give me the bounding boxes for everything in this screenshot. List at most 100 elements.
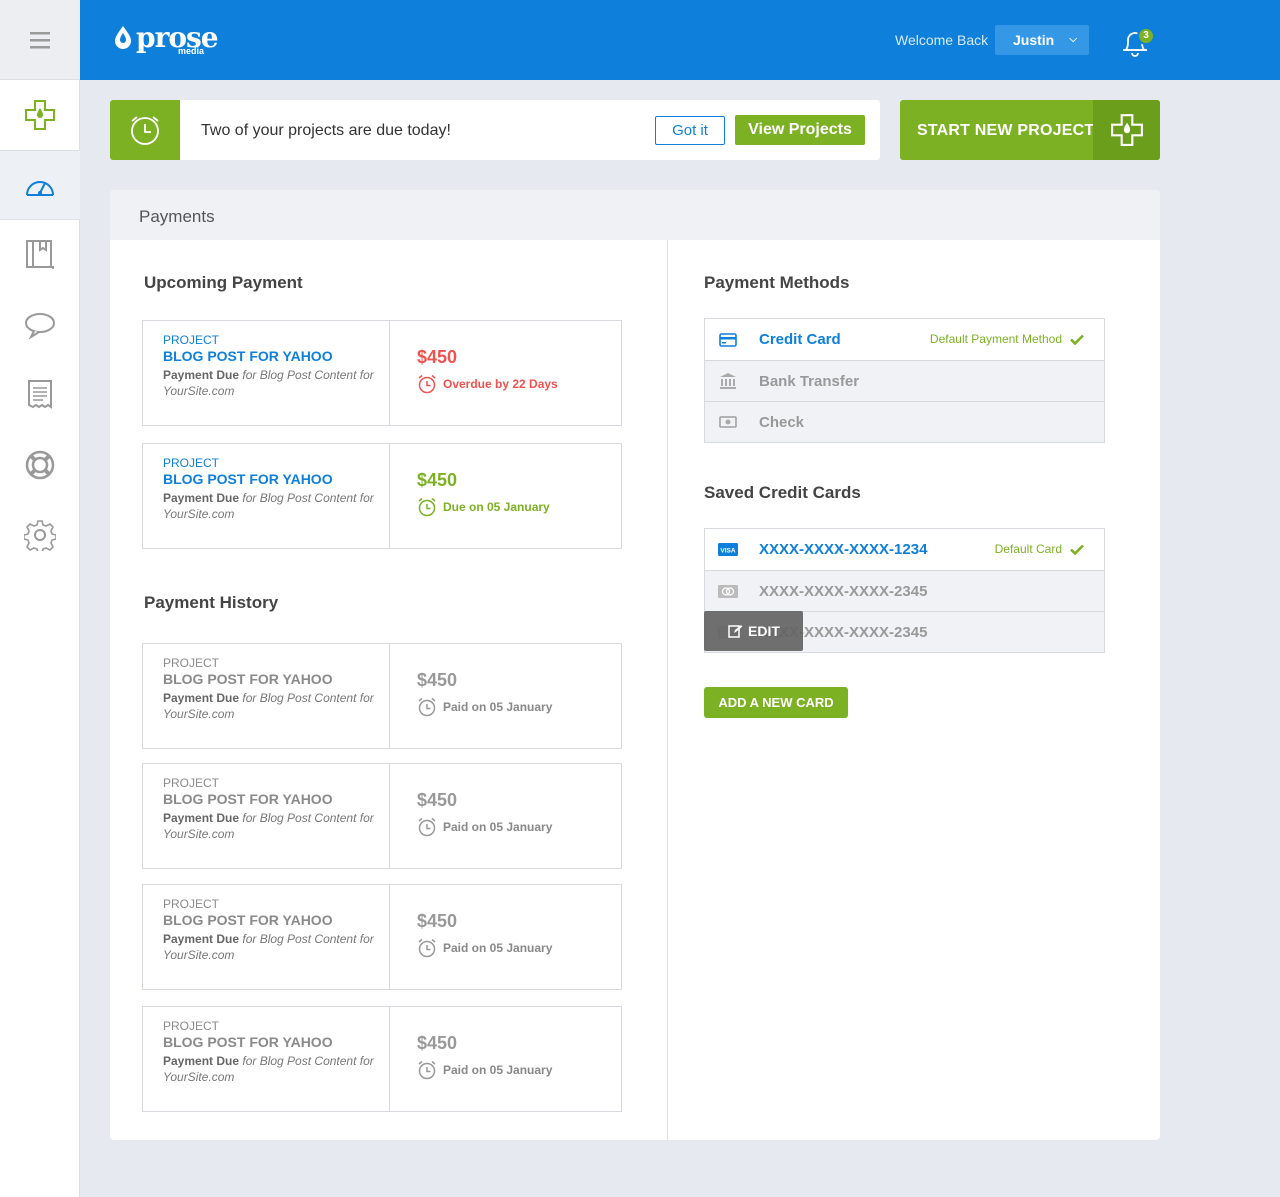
notification-badge: 3 bbox=[1137, 27, 1155, 45]
cash-icon bbox=[717, 416, 739, 428]
alarm-clock-icon bbox=[418, 938, 436, 958]
sidebar-item-settings[interactable] bbox=[0, 500, 80, 570]
payment-card[interactable]: PROJECT BLOG POST FOR YAHOO Payment Due … bbox=[142, 443, 622, 549]
payment-methods-list: Credit Card Default Payment Method Bank … bbox=[704, 318, 1105, 443]
logo-mark-icon bbox=[115, 26, 131, 49]
user-name: Justin bbox=[1013, 32, 1055, 48]
project-description: Payment Due for Blog Post Content for Yo… bbox=[163, 932, 374, 962]
payment-method-credit-card[interactable]: Credit Card Default Payment Method bbox=[705, 319, 1104, 360]
user-menu-button[interactable]: Justin ⌵ bbox=[995, 25, 1089, 55]
edit-icon bbox=[728, 625, 743, 638]
alarm-clock-icon bbox=[418, 817, 436, 837]
edit-card-button[interactable]: EDIT bbox=[704, 611, 803, 651]
add-project-icon bbox=[25, 100, 55, 130]
sidebar-item-support[interactable] bbox=[0, 430, 80, 500]
default-card-indicator: Default Card bbox=[995, 542, 1084, 556]
payment-amount: $450 bbox=[417, 670, 458, 690]
menu-toggle-button[interactable] bbox=[0, 0, 80, 80]
alarm-clock-icon bbox=[418, 697, 436, 717]
payment-method-label: Credit Card bbox=[759, 331, 841, 348]
visa-icon: VISA bbox=[717, 543, 739, 556]
edit-label: EDIT bbox=[748, 623, 780, 639]
project-kicker: PROJECT bbox=[163, 776, 220, 790]
welcome-text: Welcome Back bbox=[895, 32, 989, 48]
saved-card-row[interactable]: VISA XXXX-XXXX-XXXX-1234 Default Card bbox=[705, 529, 1104, 570]
payment-amount: $450 bbox=[417, 790, 458, 810]
payment-card-amount: $450 Due on 05 January bbox=[417, 470, 550, 517]
chevron-down-icon: ⌵ bbox=[1069, 34, 1077, 45]
history-card[interactable]: PROJECT BLOG POST FOR YAHOO Payment Due … bbox=[142, 884, 622, 990]
payment-card-amount: $450 Overdue by 22 Days bbox=[417, 347, 558, 394]
history-card[interactable]: PROJECT BLOG POST FOR YAHOO Payment Due … bbox=[142, 1006, 622, 1112]
payment-method-label: Bank Transfer bbox=[759, 372, 860, 390]
payments-panel: Payments Upcoming Payment PROJECT BLOG P… bbox=[110, 190, 1160, 1140]
saved-card-row[interactable]: XXXX-XXXX-XXXX-2345 bbox=[705, 570, 1104, 611]
sidebar-item-new-project[interactable] bbox=[0, 80, 80, 150]
logo[interactable]: prose media bbox=[112, 21, 219, 56]
payment-card[interactable]: PROJECT BLOG POST FOR YAHOO Payment Due … bbox=[142, 320, 622, 426]
upcoming-payment-title: Upcoming Payment bbox=[144, 273, 303, 292]
project-description: Payment Due for Blog Post Content for Yo… bbox=[163, 491, 374, 521]
payment-methods-title: Payment Methods bbox=[704, 273, 850, 292]
alarm-clock-icon bbox=[418, 1060, 436, 1080]
project-title[interactable]: BLOG POST FOR YAHOO bbox=[163, 791, 389, 807]
logo-text: prose bbox=[136, 21, 219, 54]
start-new-project-button[interactable]: START NEW PROJECT bbox=[900, 100, 1160, 160]
project-description: Payment Due for Blog Post Content for Yo… bbox=[163, 811, 374, 841]
saved-cards-title: Saved Credit Cards bbox=[704, 483, 861, 502]
sidebar-item-invoices[interactable] bbox=[0, 360, 80, 430]
bank-icon bbox=[717, 372, 739, 390]
project-description: Payment Due for Blog Post Content for Yo… bbox=[163, 691, 374, 721]
project-title[interactable]: BLOG POST FOR YAHOO bbox=[163, 671, 389, 687]
default-method-indicator: Default Payment Method bbox=[930, 332, 1084, 346]
card-number: XXXX-XXXX-XXXX-1234 bbox=[759, 541, 928, 558]
payment-card-info: PROJECT BLOG POST FOR YAHOO Payment Due … bbox=[143, 444, 390, 548]
card-number: XXXX-XXXX-XXXX-2345 bbox=[759, 582, 928, 600]
project-kicker: PROJECT bbox=[163, 456, 220, 470]
payment-card-amount: $450 Paid on 05 January bbox=[417, 790, 552, 837]
add-new-card-button[interactable]: ADD A NEW CARD bbox=[704, 687, 848, 718]
got-it-button[interactable]: Got it bbox=[655, 116, 725, 145]
dashboard-icon bbox=[26, 181, 54, 196]
payment-status: Overdue by 22 Days bbox=[417, 374, 558, 394]
history-card[interactable]: PROJECT BLOG POST FOR YAHOO Payment Due … bbox=[142, 763, 622, 869]
payment-amount: $450 bbox=[417, 1033, 458, 1053]
project-description: Payment Due for Blog Post Content for Yo… bbox=[163, 1054, 374, 1084]
payment-method-label: Check bbox=[759, 413, 805, 431]
lifebuoy-icon bbox=[25, 450, 55, 480]
book-icon bbox=[26, 240, 54, 269]
sidebar bbox=[0, 0, 80, 1197]
chat-icon bbox=[25, 313, 55, 339]
project-title[interactable]: BLOG POST FOR YAHOO bbox=[163, 1034, 389, 1050]
payment-status: Paid on 05 January bbox=[417, 1060, 552, 1080]
payment-status: Paid on 05 January bbox=[417, 697, 552, 717]
mastercard-icon bbox=[717, 584, 739, 598]
sidebar-item-library[interactable] bbox=[0, 220, 80, 290]
payment-method-check[interactable]: Check bbox=[705, 401, 1104, 442]
invoice-icon bbox=[28, 380, 52, 409]
check-icon bbox=[1070, 334, 1084, 345]
history-card[interactable]: PROJECT BLOG POST FOR YAHOO Payment Due … bbox=[142, 643, 622, 749]
credit-card-icon bbox=[717, 332, 739, 347]
project-kicker: PROJECT bbox=[163, 897, 220, 911]
project-kicker: PROJECT bbox=[163, 333, 220, 347]
payment-status: Due on 05 January bbox=[417, 497, 550, 517]
payment-amount: $450 bbox=[417, 347, 458, 367]
sidebar-item-messages[interactable] bbox=[0, 290, 80, 360]
payment-card-info: PROJECT BLOG POST FOR YAHOO Payment Due … bbox=[143, 1007, 390, 1111]
project-title[interactable]: BLOG POST FOR YAHOO bbox=[163, 348, 389, 364]
panel-title: Payments bbox=[110, 190, 1160, 240]
logo-subtext: media bbox=[178, 46, 205, 56]
sidebar-item-dashboard[interactable] bbox=[0, 150, 80, 220]
gear-icon bbox=[24, 520, 56, 551]
project-title[interactable]: BLOG POST FOR YAHOO bbox=[163, 912, 389, 928]
project-title[interactable]: BLOG POST FOR YAHOO bbox=[163, 471, 389, 487]
payment-method-bank-transfer[interactable]: Bank Transfer bbox=[705, 360, 1104, 401]
payment-amount: $450 bbox=[417, 911, 458, 931]
due-notice: Two of your projects are due today! Got … bbox=[110, 100, 880, 160]
add-project-icon bbox=[1110, 114, 1143, 146]
project-kicker: PROJECT bbox=[163, 656, 220, 670]
view-projects-button[interactable]: View Projects bbox=[735, 115, 865, 145]
payment-status: Paid on 05 January bbox=[417, 938, 552, 958]
alarm-clock-icon bbox=[418, 497, 436, 517]
